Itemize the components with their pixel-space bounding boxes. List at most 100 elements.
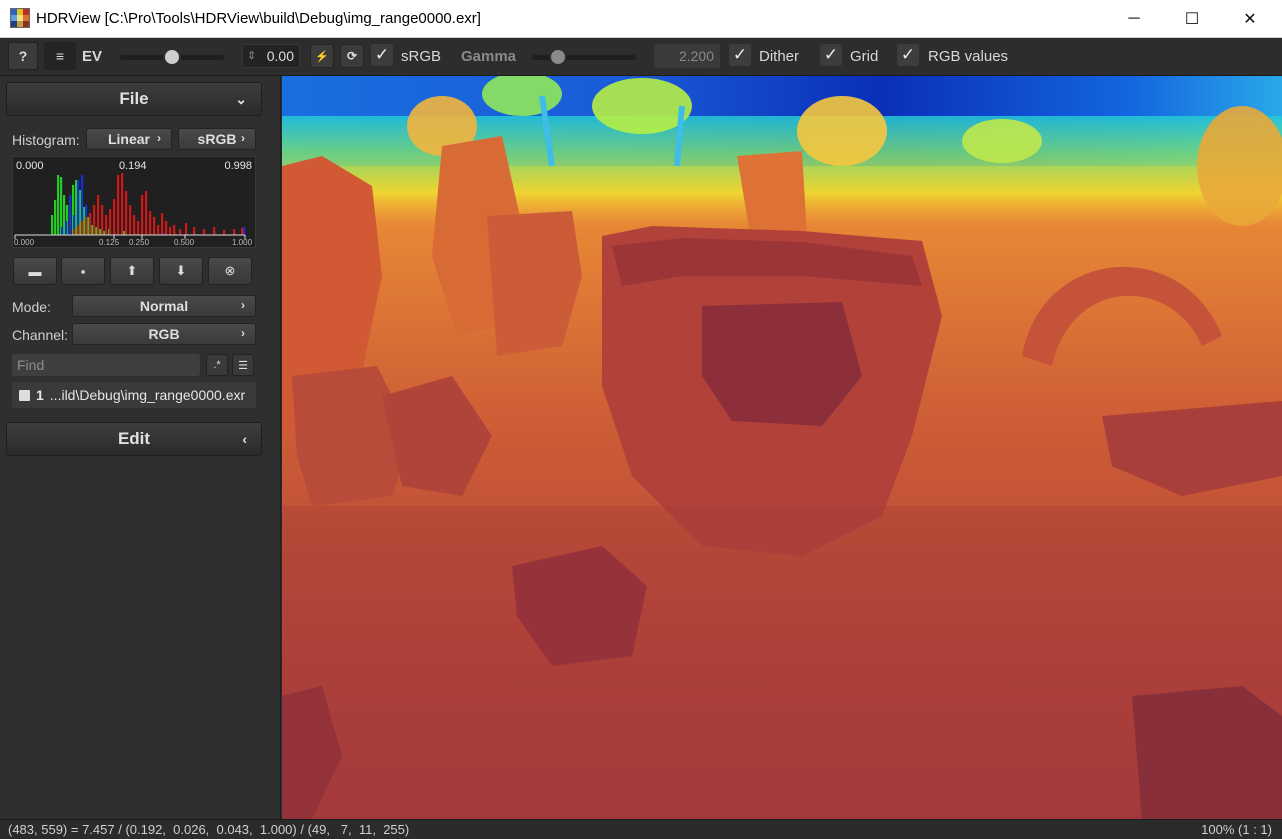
histogram-bar [77, 225, 80, 235]
histogram-bar [109, 209, 112, 235]
histogram-tick: 1.000 [232, 238, 253, 247]
histogram-bar [213, 227, 216, 235]
histogram-bar [81, 221, 84, 235]
histogram-bar [57, 175, 60, 235]
file-index: 1 [36, 387, 44, 403]
histogram-bar [69, 195, 72, 235]
zoom-level: 100% (1 : 1) [1201, 822, 1272, 837]
maximize-icon: ☐ [1184, 10, 1200, 28]
channel-dropdown[interactable]: RGB › [72, 323, 256, 345]
gamma-value-field[interactable]: 2.200 [654, 44, 720, 68]
grid-checkbox[interactable]: ✓ [820, 44, 842, 66]
toolbar: ? ≡ EV ⇕ 0.00 ⚡ ⟳ ✓ sRGB Gamma 2.200 ✓ D… [0, 38, 1282, 76]
ev-value: 0.00 [266, 48, 294, 64]
mode-label: Mode: [12, 299, 51, 315]
channel-label: Channel: [12, 327, 69, 343]
histogram-bar [185, 223, 188, 235]
histogram-bar [179, 229, 182, 235]
ev-value-field[interactable]: ⇕ 0.00 [242, 44, 300, 68]
histogram-space-value: sRGB [197, 131, 237, 147]
dither-checkbox[interactable]: ✓ [729, 44, 751, 66]
window-title: HDRView [C:\Pro\Tools\HDRView\build\Debu… [36, 10, 481, 27]
check-icon: ✓ [374, 45, 390, 64]
list-view-button[interactable]: ☰ [232, 354, 254, 376]
save-icon [19, 389, 30, 401]
status-bar: (483, 559) = 7.457 / (0.192, 0.026, 0.04… [0, 819, 1282, 839]
chevron-right-icon: › [241, 326, 245, 340]
histogram-bar [149, 211, 152, 235]
histogram-bar [243, 227, 246, 235]
ev-slider-knob[interactable] [165, 50, 179, 64]
chevron-right-icon: › [157, 131, 161, 145]
menu-icon: ≡ [55, 48, 65, 64]
histogram-bar [99, 229, 102, 235]
histogram-space-button[interactable]: sRGB › [178, 128, 256, 150]
histogram-bar [60, 177, 63, 235]
check-icon: ✓ [732, 45, 748, 64]
edit-panel-header[interactable]: Edit ‹ [6, 422, 262, 456]
histogram-bar [193, 227, 196, 235]
ev-label: EV [82, 48, 103, 65]
histogram-bar [157, 225, 160, 235]
minimize-icon: ─ [1128, 9, 1140, 27]
file-name: ...ild\Debug\img_range0000.exr [49, 387, 246, 403]
open-image-button[interactable]: ▬ [13, 257, 57, 285]
check-icon: ✓ [900, 45, 916, 64]
histogram-bar [93, 205, 96, 235]
list-item[interactable]: 1 ...ild\Debug\img_range0000.exr [12, 382, 256, 408]
list-icon: ☰ [238, 359, 248, 372]
chevron-left-icon: ‹ [242, 431, 247, 447]
move-up-button[interactable]: ⬆ [110, 257, 154, 285]
folder-icon: ▬ [28, 263, 42, 279]
maximize-button[interactable]: ☐ [1163, 0, 1221, 37]
close-window-button[interactable]: ✕ [1221, 0, 1279, 37]
histogram-scale-button[interactable]: Linear › [86, 128, 172, 150]
menu-button[interactable]: ≡ [44, 42, 76, 70]
histogram-bar [121, 173, 124, 235]
histogram-plot [14, 173, 246, 239]
help-button[interactable]: ? [8, 42, 38, 70]
close-circle-icon: ⊗ [224, 263, 236, 278]
histogram-bar [54, 200, 57, 235]
histogram-bar [125, 191, 128, 235]
normalize-exposure-button[interactable]: ⚡ [310, 44, 334, 68]
chevron-right-icon: › [241, 131, 245, 145]
gamma-slider[interactable] [532, 55, 636, 60]
histogram-bar [169, 227, 172, 235]
save-icon: ▪ [80, 263, 86, 279]
find-input[interactable]: Find [12, 354, 200, 376]
minimize-button[interactable]: ─ [1105, 0, 1163, 37]
histogram-tick: 0.250 [129, 238, 150, 247]
histogram-bar [165, 221, 168, 235]
histogram-tick: 0.500 [174, 238, 195, 247]
gamma-slider-knob[interactable] [551, 50, 565, 64]
rgb-values-label: RGB values [928, 48, 1009, 65]
spin-icon: ⇕ [247, 50, 257, 62]
title-bar: HDRView [C:\Pro\Tools\HDRView\build\Debu… [0, 0, 1282, 38]
image-canvas[interactable] [282, 76, 1282, 819]
image-view [282, 76, 1282, 819]
app-icon [10, 8, 30, 28]
histogram-scale-value: Linear [107, 131, 150, 147]
rgb-values-checkbox[interactable]: ✓ [897, 44, 919, 66]
mode-dropdown[interactable]: Normal › [72, 295, 256, 317]
srgb-checkbox[interactable]: ✓ [371, 44, 393, 66]
histogram-bar [153, 217, 156, 235]
mode-value: Normal [139, 298, 189, 314]
arrow-up-icon: ⬆ [126, 263, 138, 278]
file-panel-header[interactable]: File ⌄ [6, 82, 262, 116]
save-image-button[interactable]: ▪ [61, 257, 105, 285]
close-image-button[interactable]: ⊗ [208, 257, 252, 285]
dither-label: Dither [759, 48, 800, 65]
histogram-bar [89, 213, 92, 235]
chevron-right-icon: › [241, 298, 245, 312]
histogram-bar [91, 225, 94, 235]
move-down-button[interactable]: ⬇ [159, 257, 203, 285]
histogram-bar [241, 228, 244, 235]
histogram-bar [87, 217, 90, 235]
histogram-bar [223, 230, 226, 235]
reset-tonemapping-button[interactable]: ⟳ [340, 44, 364, 68]
histogram-bar [105, 215, 108, 235]
regex-toggle[interactable]: .* [206, 354, 228, 376]
histogram-bar [79, 190, 82, 235]
